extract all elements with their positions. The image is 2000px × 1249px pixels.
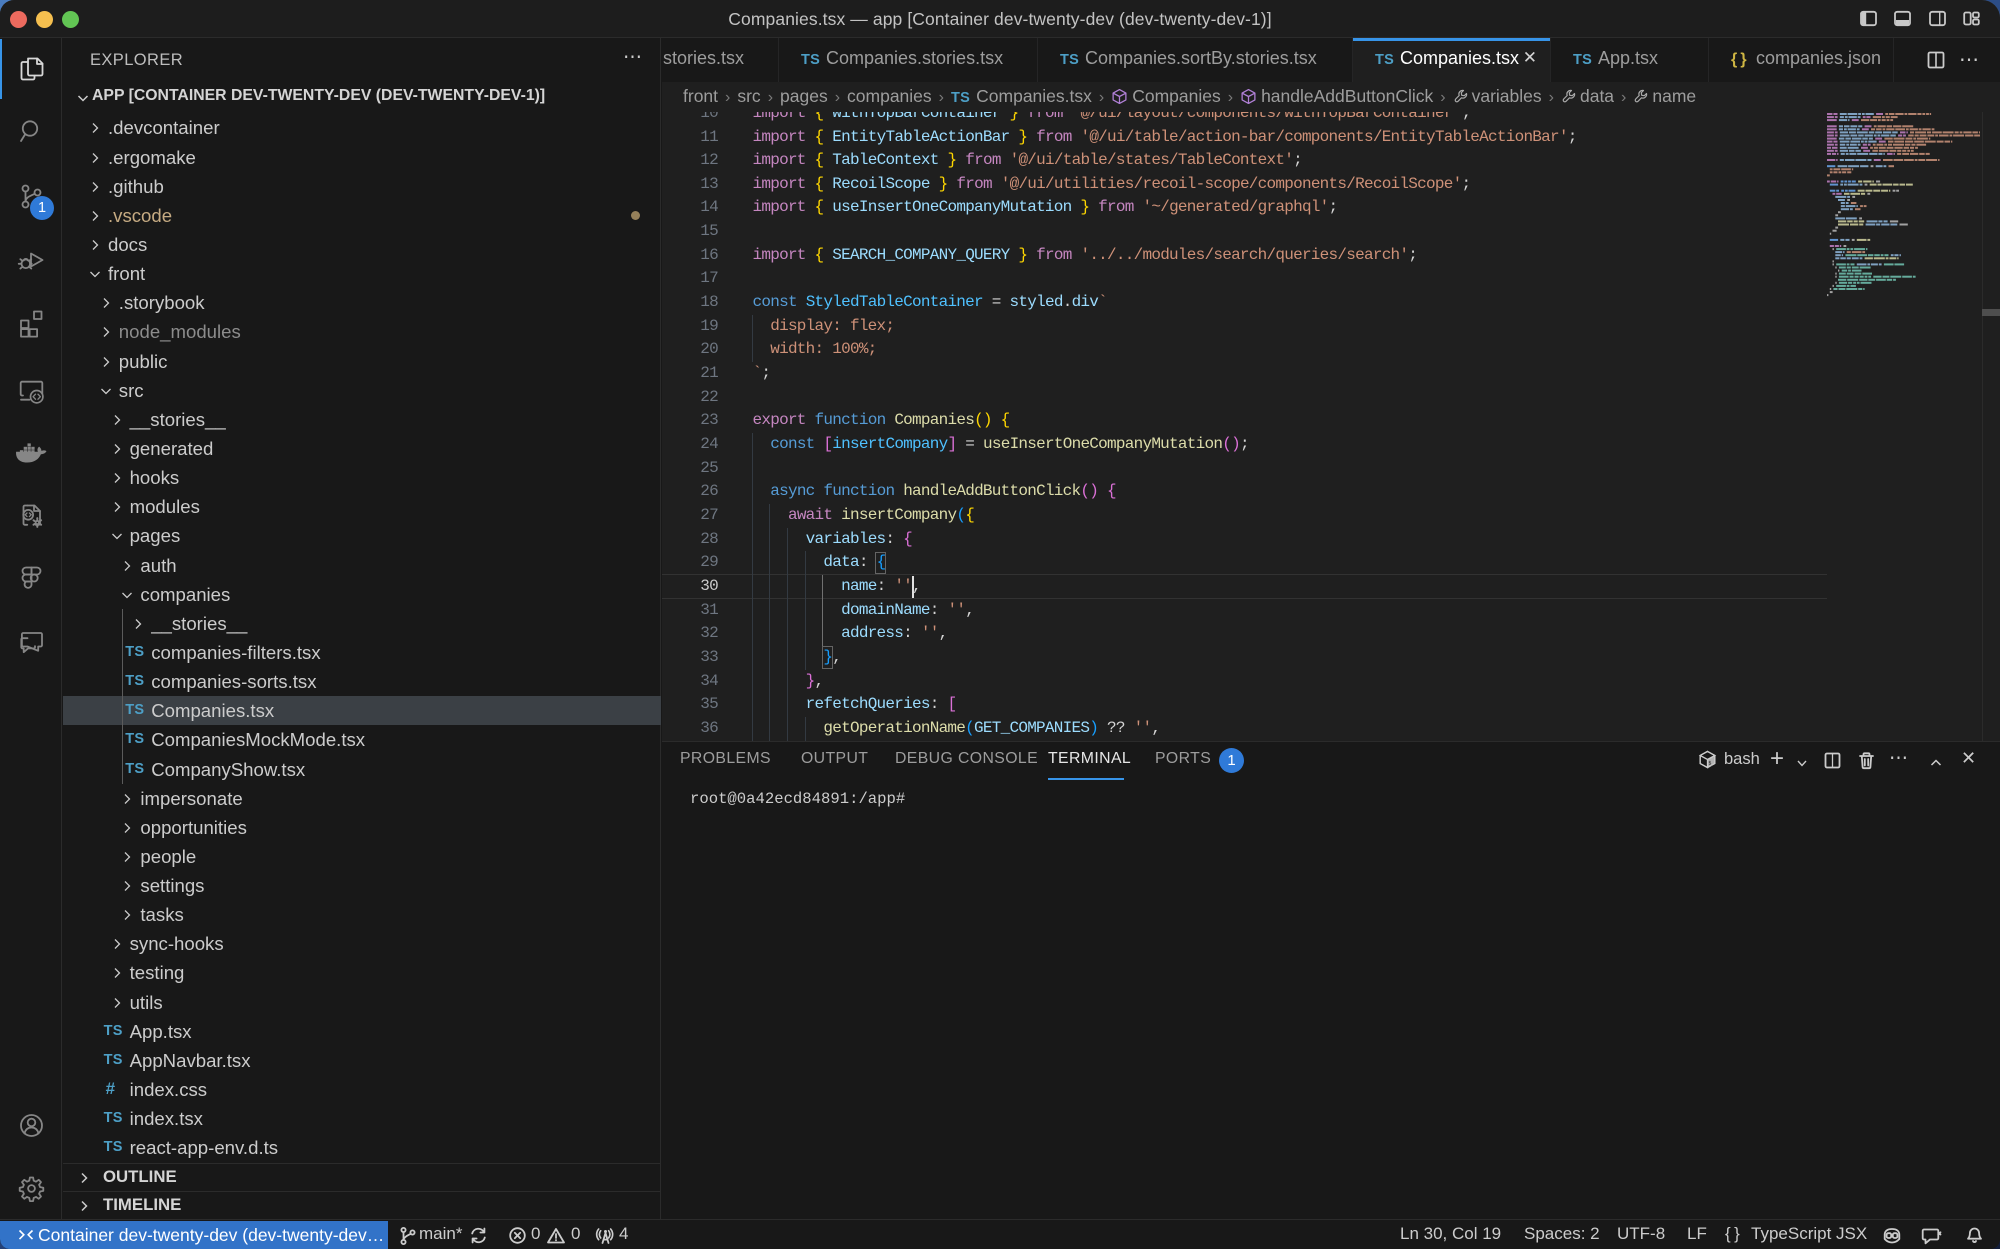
svg-text:$_: $_ xyxy=(1708,761,1715,767)
